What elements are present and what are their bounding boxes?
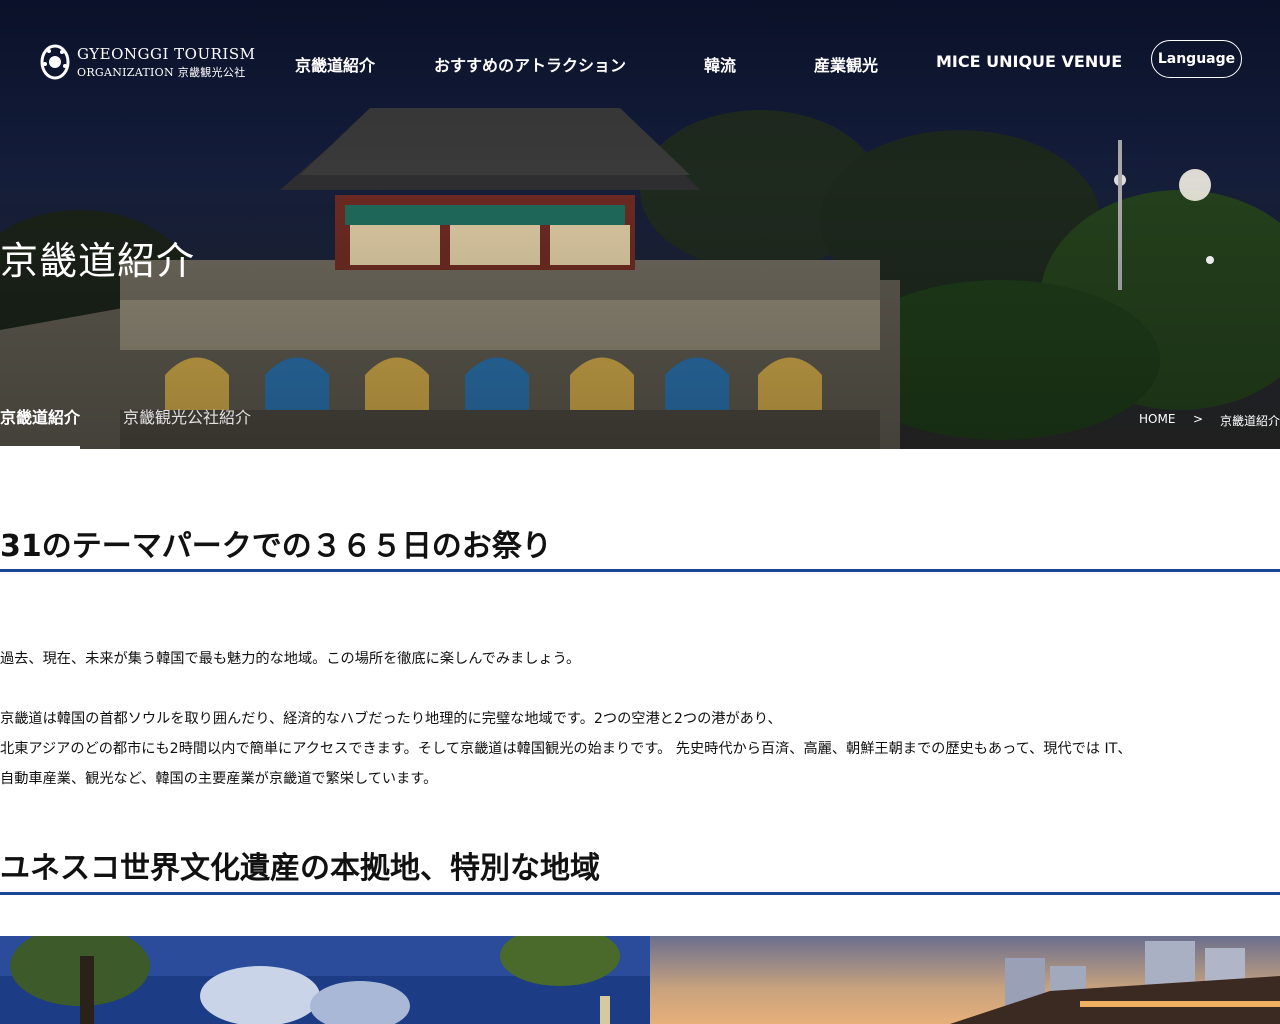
section-title-unesco: ユネスコ世界文化遺産の本拠地、特別な地域 — [0, 851, 600, 886]
unesco-photo-left — [0, 936, 650, 1024]
section-title-festival: 31のテーマパークでの３６５日のお祭り — [0, 529, 552, 564]
language-button[interactable]: Language — [1151, 40, 1242, 78]
nav-item-hallyu[interactable]: 韓流 — [704, 52, 736, 76]
nav-item-industrial-tourism[interactable]: 産業観光 — [814, 52, 878, 76]
body-line-1: 京畿道は韓国の首都ソウルを取り囲んだり、経済的なハブだったり地理的に完璧な地域で… — [0, 711, 782, 727]
nav-item-mice-venue[interactable]: MICE UNIQUE VENUE — [936, 52, 1122, 71]
night-park-image — [0, 936, 650, 1024]
section-divider — [0, 569, 1280, 572]
breadcrumb-separator: > — [1193, 412, 1204, 426]
subtab-tourism-org-intro[interactable]: 京畿観光公社紹介 — [123, 404, 251, 428]
active-subtab-indicator — [0, 446, 80, 449]
nav-item-gyeonggi-intro[interactable]: 京畿道紹介 — [295, 52, 375, 76]
main-nav: 京畿道紹介 おすすめのアトラクション 韓流 産業観光 MICE UNIQUE V… — [0, 52, 1280, 76]
section-divider — [0, 892, 1280, 895]
page-title: 京畿道紹介 — [0, 239, 196, 283]
sunset-village-image — [650, 936, 1280, 1024]
subtab-gyeonggi-intro[interactable]: 京畿道紹介 — [0, 404, 80, 428]
nav-item-attractions[interactable]: おすすめのアトラクション — [434, 52, 626, 76]
body-line-3: 自動車産業、観光など、韓国の主要産業が京畿道で繁栄しています。 — [0, 771, 438, 787]
body-line-2: 北東アジアのどの都市にも2時間以内で簡単にアクセスできます。そして京畿道は韓国観… — [0, 741, 1132, 757]
intro-paragraph: 過去、現在、未来が集う韓国で最も魅力的な地域。この場所を徹底に楽しんでみましょう… — [0, 651, 581, 667]
hero-banner: GYEONGGI TOURISM ORGANIZATION 京畿観光公社 京畿道… — [0, 0, 1280, 449]
unesco-photo-right — [650, 936, 1280, 1024]
breadcrumb-home[interactable]: HOME — [1139, 412, 1175, 426]
breadcrumb-current: 京畿道紹介 — [1220, 414, 1280, 428]
